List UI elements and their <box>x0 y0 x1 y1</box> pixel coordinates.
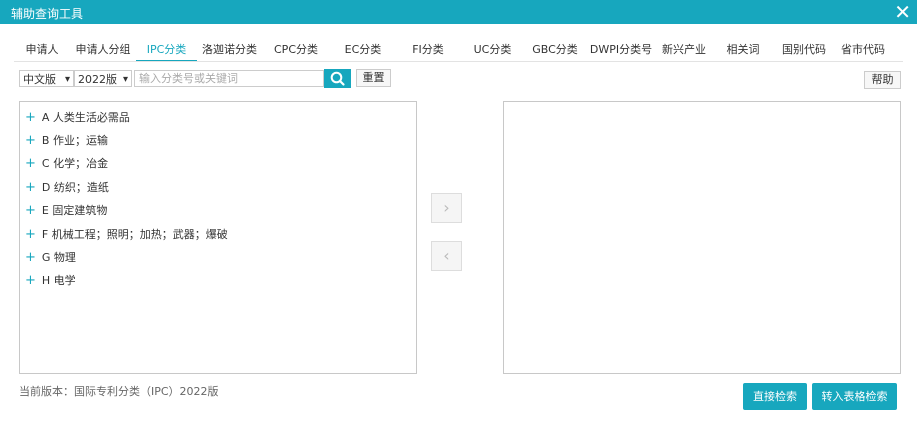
language-select[interactable]: 中文版 ▾ <box>19 70 74 87</box>
search-icon <box>330 71 345 86</box>
tab-cpc[interactable]: CPC分类 <box>262 40 330 60</box>
tree-node-d[interactable]: + D 纺织；造纸 <box>25 179 109 195</box>
tree-node-label: H 电学 <box>41 274 76 287</box>
tab-ipc[interactable]: IPC分类 <box>136 40 197 62</box>
search-box <box>134 70 325 87</box>
tab-country-code[interactable]: 国别代码 <box>775 40 833 60</box>
tab-uc[interactable]: UC分类 <box>460 40 525 60</box>
tab-gbc[interactable]: GBC分类 <box>525 40 585 60</box>
add-selection-button[interactable]: › <box>431 193 462 223</box>
tab-bar: 申请人 申请人分组 IPC分类 洛迦诺分类 CPC分类 EC分类 FI分类 UC… <box>14 40 917 62</box>
remove-selection-button[interactable]: ‹ <box>431 241 462 271</box>
tab-emerging-industry[interactable]: 新兴产业 <box>657 40 711 60</box>
tab-ec[interactable]: EC分类 <box>330 40 396 60</box>
tab-dwpi[interactable]: DWPI分类号 <box>585 40 657 60</box>
expand-plus-icon[interactable]: + <box>25 110 36 125</box>
tab-related-words[interactable]: 相关词 <box>711 40 775 60</box>
selected-items-panel[interactable] <box>503 101 901 374</box>
version-select-value: 2022版 <box>78 73 117 86</box>
tree-node-label: E 固定建筑物 <box>41 204 108 217</box>
help-button[interactable]: 帮助 <box>864 71 901 89</box>
tree-node-label: F 机械工程；照明；加热；武器；爆破 <box>41 228 228 241</box>
tree-node-label: C 化学；冶金 <box>41 157 109 170</box>
tree-node-g[interactable]: + G 物理 <box>25 249 76 265</box>
title-bar: 辅助查询工具 ✕ <box>0 0 917 24</box>
tree-node-label: G 物理 <box>41 251 76 264</box>
expand-plus-icon[interactable]: + <box>25 156 36 171</box>
chevron-down-icon: ▾ <box>122 74 128 85</box>
expand-plus-icon[interactable]: + <box>25 273 36 288</box>
expand-plus-icon[interactable]: + <box>25 133 36 148</box>
tree-node-label: B 作业；运输 <box>41 134 108 147</box>
window-title: 辅助查询工具 <box>11 7 84 21</box>
close-icon[interactable]: ✕ <box>894 0 911 24</box>
expand-plus-icon[interactable]: + <box>25 203 36 218</box>
tree-node-b[interactable]: + B 作业；运输 <box>25 132 108 148</box>
search-input[interactable] <box>135 71 325 86</box>
tab-fi[interactable]: FI分类 <box>396 40 460 60</box>
classification-tree-panel: + A 人类生活必需品 + B 作业；运输 + C 化学；冶金 + D 纺织；造纸 + E… <box>19 101 417 374</box>
chevron-right-icon: › <box>443 198 450 217</box>
tree-node-label: D 纺织；造纸 <box>41 181 109 194</box>
tab-province-code[interactable]: 省市代码 <box>833 40 893 60</box>
expand-plus-icon[interactable]: + <box>25 180 36 195</box>
tab-divider <box>14 61 903 62</box>
chevron-down-icon: ▾ <box>64 74 70 85</box>
tree-node-a[interactable]: + A 人类生活必需品 <box>25 109 130 125</box>
search-button[interactable] <box>324 69 351 88</box>
version-select[interactable]: 2022版 ▾ <box>74 70 132 87</box>
tab-applicant[interactable]: 申请人 <box>14 40 70 60</box>
tree-node-h[interactable]: + H 电学 <box>25 272 76 288</box>
tree-node-f[interactable]: + F 机械工程；照明；加热；武器；爆破 <box>25 226 228 242</box>
tree-node-label: A 人类生活必需品 <box>41 111 130 124</box>
table-search-button[interactable]: 转入表格检索 <box>812 383 897 410</box>
language-select-value: 中文版 <box>23 73 56 86</box>
tree-node-e[interactable]: + E 固定建筑物 <box>25 202 107 218</box>
tree-node-c[interactable]: + C 化学；冶金 <box>25 155 108 171</box>
tab-locarno[interactable]: 洛迦诺分类 <box>197 40 262 60</box>
current-version-text: 当前版本：国际专利分类（IPC）2022版 <box>19 385 219 398</box>
expand-plus-icon[interactable]: + <box>25 227 36 242</box>
direct-search-button[interactable]: 直接检索 <box>743 383 807 410</box>
tab-applicant-group[interactable]: 申请人分组 <box>70 40 136 60</box>
reset-button[interactable]: 重置 <box>356 69 391 87</box>
expand-plus-icon[interactable]: + <box>25 250 36 265</box>
chevron-left-icon: ‹ <box>443 246 450 265</box>
